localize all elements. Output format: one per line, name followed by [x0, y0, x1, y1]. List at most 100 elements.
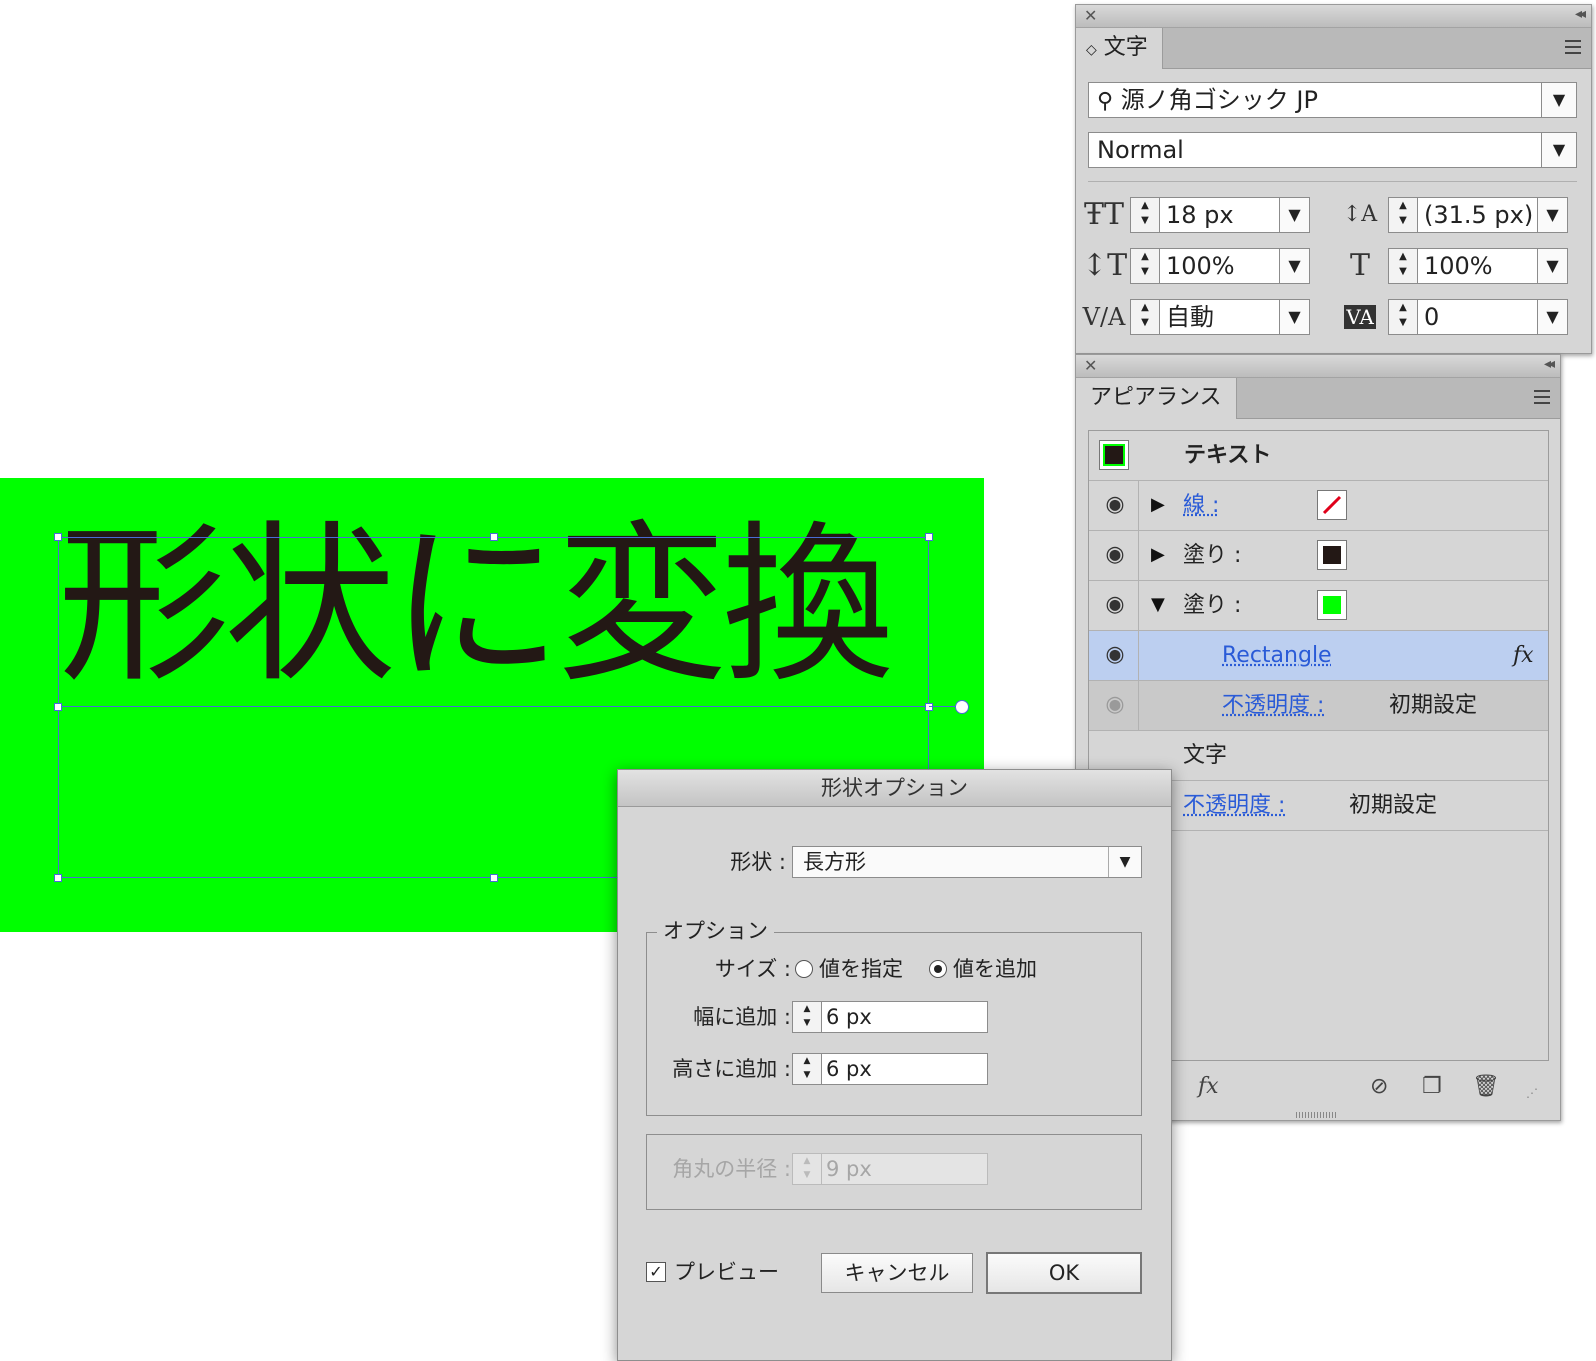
- rectangle-effect-row[interactable]: ◉ Rectangle fx: [1089, 631, 1548, 681]
- panel-title-bar[interactable]: ✕ ◂◂: [1076, 355, 1560, 378]
- eye-icon[interactable]: ◉: [1101, 593, 1129, 617]
- clear-appearance-icon[interactable]: ⊘: [1370, 1074, 1388, 1099]
- expand-triangle-icon[interactable]: ▶: [1151, 544, 1165, 565]
- shape-select[interactable]: 長方形 ▼: [792, 846, 1142, 878]
- chevron-down-icon[interactable]: ▼: [1538, 248, 1568, 284]
- radio-add-label[interactable]: 値を追加: [953, 953, 1037, 985]
- tab-character[interactable]: ◇ 文字: [1076, 28, 1163, 69]
- chevron-down-icon[interactable]: ▼: [1280, 248, 1310, 284]
- corner-radius-group: 角丸の半径 : ▲ ▼ 9 px: [646, 1134, 1142, 1210]
- opacity-label[interactable]: 不透明度 :: [1183, 781, 1285, 831]
- add-effect-icon[interactable]: fx: [1198, 1074, 1219, 1099]
- tab-appearance[interactable]: アピアランス: [1076, 378, 1237, 419]
- handle-middle-left[interactable]: [54, 703, 62, 711]
- stroke-row[interactable]: ◉ ▶ 線 :: [1089, 481, 1548, 531]
- collapse-icon[interactable]: ◂◂: [1544, 356, 1555, 372]
- tracking-value[interactable]: 0: [1418, 299, 1538, 335]
- radio-fixed-value[interactable]: [795, 960, 813, 978]
- kerning-icon: V/A: [1082, 303, 1126, 331]
- expand-triangle-icon[interactable]: ▶: [1151, 494, 1165, 515]
- characters-label[interactable]: 文字: [1183, 731, 1227, 781]
- eye-icon[interactable]: ◉: [1101, 493, 1129, 517]
- kerning-field[interactable]: ▲ ▼ 自動 ▼: [1130, 299, 1310, 335]
- stepper-icon[interactable]: ▲ ▼: [792, 1001, 822, 1033]
- dialog-title[interactable]: 形状オプション: [618, 770, 1171, 807]
- resize-grip-icon[interactable]: ⋰: [1526, 1086, 1538, 1100]
- font-family-dropdown[interactable]: ⚲ 源ノ角ゴシック JP ▼: [1088, 82, 1577, 118]
- fill-row-2[interactable]: ◉ ▼ 塗り :: [1089, 581, 1548, 631]
- leading-field[interactable]: ▲ ▼ (31.5 px) ▼: [1388, 197, 1568, 233]
- appearance-object-row[interactable]: テキスト: [1089, 431, 1548, 481]
- stroke-swatch[interactable]: [1317, 490, 1347, 520]
- chevron-down-icon[interactable]: ▼: [1280, 299, 1310, 335]
- fill-label[interactable]: 塗り :: [1183, 531, 1241, 581]
- eye-icon[interactable]: ◉: [1101, 643, 1129, 667]
- font-style-dropdown[interactable]: Normal ▼: [1088, 132, 1577, 168]
- chevron-down-icon[interactable]: ▼: [1541, 133, 1576, 167]
- text-out-port[interactable]: [955, 700, 969, 714]
- font-size-field[interactable]: ▲ ▼ 18 px ▼: [1130, 197, 1310, 233]
- handle-top-right[interactable]: [925, 533, 933, 541]
- radio-add-value[interactable]: [929, 960, 947, 978]
- trash-icon[interactable]: 🗑: [1472, 1074, 1500, 1099]
- stepper-icon[interactable]: ▲ ▼: [1388, 248, 1418, 284]
- font-size-value[interactable]: 18 px: [1160, 197, 1280, 233]
- panel-menu-icon[interactable]: [1557, 40, 1581, 56]
- font-style-value: Normal: [1097, 136, 1184, 164]
- cancel-button[interactable]: キャンセル: [821, 1253, 973, 1293]
- rectangle-effect-link[interactable]: Rectangle: [1222, 631, 1332, 681]
- height-value[interactable]: 6 px: [822, 1053, 988, 1085]
- tracking-field[interactable]: ▲ ▼ 0 ▼: [1388, 299, 1568, 335]
- fill-row-1[interactable]: ◉ ▶ 塗り :: [1089, 531, 1548, 581]
- stepper-icon[interactable]: ▲ ▼: [792, 1053, 822, 1085]
- handle-top-left[interactable]: [54, 533, 62, 541]
- horizontal-scale-field[interactable]: ▲ ▼ 100% ▼: [1388, 248, 1568, 284]
- fill-opacity-row[interactable]: ◉ 不透明度 : 初期設定: [1089, 681, 1548, 731]
- stepper-icon[interactable]: ▲ ▼: [1130, 248, 1160, 284]
- collapse-triangle-icon[interactable]: ▼: [1151, 594, 1165, 615]
- handle-bottom-left[interactable]: [54, 874, 62, 882]
- vertical-scale-field[interactable]: ▲ ▼ 100% ▼: [1130, 248, 1310, 284]
- handle-top-middle[interactable]: [490, 533, 498, 541]
- height-field[interactable]: ▲ ▼ 6 px: [792, 1053, 988, 1085]
- width-field[interactable]: ▲ ▼ 6 px: [792, 1001, 988, 1033]
- options-legend: オプション: [657, 916, 774, 946]
- kerning-value[interactable]: 自動: [1160, 299, 1280, 335]
- stepper-icon[interactable]: ▲ ▼: [1388, 299, 1418, 335]
- handle-bottom-middle[interactable]: [490, 874, 498, 882]
- stepper-icon[interactable]: ▲ ▼: [1388, 197, 1418, 233]
- stepper-icon[interactable]: ▲ ▼: [1130, 197, 1160, 233]
- horizontal-scale-value[interactable]: 100%: [1418, 248, 1538, 284]
- chevron-down-icon[interactable]: ▼: [1538, 299, 1568, 335]
- panel-menu-icon[interactable]: [1526, 390, 1550, 406]
- panel-title-bar[interactable]: ✕ ◂◂: [1076, 5, 1591, 28]
- handle-middle-right[interactable]: [925, 703, 933, 711]
- width-value[interactable]: 6 px: [822, 1001, 988, 1033]
- fill-swatch-green[interactable]: [1317, 590, 1347, 620]
- radio-fixed-label[interactable]: 値を指定: [819, 953, 903, 985]
- chevron-down-icon[interactable]: ▼: [1538, 197, 1568, 233]
- close-icon[interactable]: ✕: [1084, 356, 1097, 375]
- vertical-scale-value[interactable]: 100%: [1160, 248, 1280, 284]
- eye-icon[interactable]: ◉: [1101, 543, 1129, 567]
- fill-label[interactable]: 塗り :: [1183, 581, 1241, 631]
- size-label: サイズ :: [714, 957, 791, 981]
- panel-drag-handle[interactable]: [1296, 1112, 1336, 1118]
- stroke-label[interactable]: 線 :: [1183, 481, 1219, 531]
- ok-button[interactable]: OK: [986, 1252, 1142, 1294]
- eye-icon[interactable]: ◉: [1101, 693, 1129, 717]
- collapse-icon[interactable]: ◂◂: [1575, 6, 1586, 22]
- close-icon[interactable]: ✕: [1084, 6, 1097, 25]
- opacity-label[interactable]: 不透明度 :: [1222, 681, 1324, 731]
- font-family-value: 源ノ角ゴシック JP: [1120, 86, 1318, 114]
- chevron-down-icon[interactable]: ▼: [1280, 197, 1310, 233]
- fill-swatch-black[interactable]: [1317, 540, 1347, 570]
- duplicate-item-icon[interactable]: ❐: [1422, 1074, 1442, 1099]
- chevron-down-icon[interactable]: ▼: [1541, 83, 1576, 117]
- preview-checkbox[interactable]: ✓: [646, 1262, 666, 1282]
- chevron-down-icon[interactable]: ▼: [1108, 847, 1141, 877]
- leading-value[interactable]: (31.5 px): [1418, 197, 1538, 233]
- stepper-icon[interactable]: ▲ ▼: [1130, 299, 1160, 335]
- text-baseline-box: [58, 537, 929, 707]
- preview-label[interactable]: プレビュー: [674, 1256, 779, 1288]
